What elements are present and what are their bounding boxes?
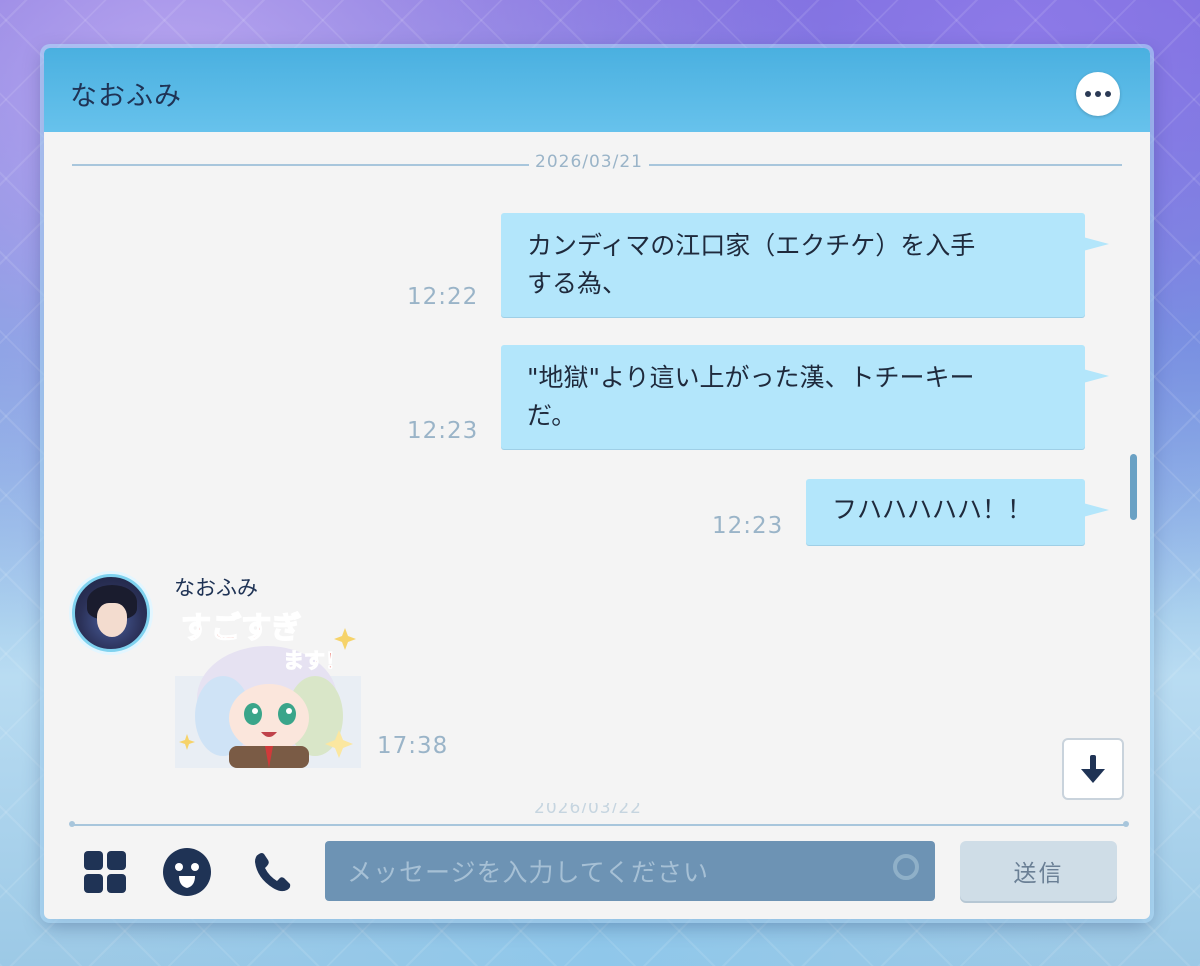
message-text-line: する為、 [527, 269, 628, 298]
message-text-line: カンディマの江口家（エクチケ）を入手 [527, 231, 976, 260]
scroll-to-bottom-button[interactable] [1062, 738, 1124, 800]
message-timestamp: 12:23 [407, 418, 479, 444]
input-status-circle-icon [893, 854, 919, 880]
composer-divider [69, 821, 1129, 827]
next-date-label: 2026/03/22 [534, 803, 642, 813]
message-bubble-outgoing[interactable]: カンディマの江口家（エクチケ）を入手 する為、 [501, 213, 1109, 317]
message-timestamp: 12:23 [712, 513, 784, 539]
phone-icon [255, 853, 291, 892]
sticker-button[interactable] [163, 848, 211, 896]
message-timestamp: 17:38 [377, 733, 449, 759]
apps-grid-button[interactable] [81, 848, 129, 896]
chat-window: なおふみ 2026/03/21 カンディマの江口家（エクチケ）を入手 する為、 … [44, 48, 1150, 919]
sender-name: なおふみ [174, 576, 258, 600]
date-label: 2026/03/21 [529, 152, 649, 172]
send-button[interactable]: 送信 [960, 841, 1117, 901]
message-text: フハハハハハ！！ [832, 495, 1033, 524]
message-text-line: "地獄"より這い上がった漢、トチーキー [527, 363, 975, 392]
message-input[interactable]: メッセージを入力してください [325, 841, 935, 901]
sticker-face-icon [163, 848, 211, 896]
chat-header: なおふみ [44, 48, 1150, 132]
scrollbar-thumb[interactable] [1130, 454, 1137, 520]
message-bubble-outgoing[interactable]: フハハハハハ！！ [806, 479, 1109, 545]
more-dots-icon [1085, 91, 1091, 97]
arrow-down-icon [1081, 755, 1105, 783]
call-button[interactable] [249, 848, 297, 896]
more-options-button[interactable] [1076, 72, 1120, 116]
message-text-line: だ。 [527, 401, 577, 430]
message-bubble-outgoing[interactable]: "地獄"より這い上がった漢、トチーキー だ。 [501, 345, 1109, 449]
sticker-text-line2: ます！ [283, 649, 346, 673]
message-timestamp: 12:22 [407, 284, 479, 310]
sticker-image[interactable]: すごすぎ ます！ [175, 606, 361, 768]
message-input-placeholder: メッセージを入力してください [347, 858, 710, 887]
chat-title: なおふみ [70, 81, 182, 112]
grid-icon [84, 851, 126, 893]
sender-avatar[interactable] [72, 574, 150, 652]
sticker-text-line1: すごすぎ [181, 611, 301, 646]
